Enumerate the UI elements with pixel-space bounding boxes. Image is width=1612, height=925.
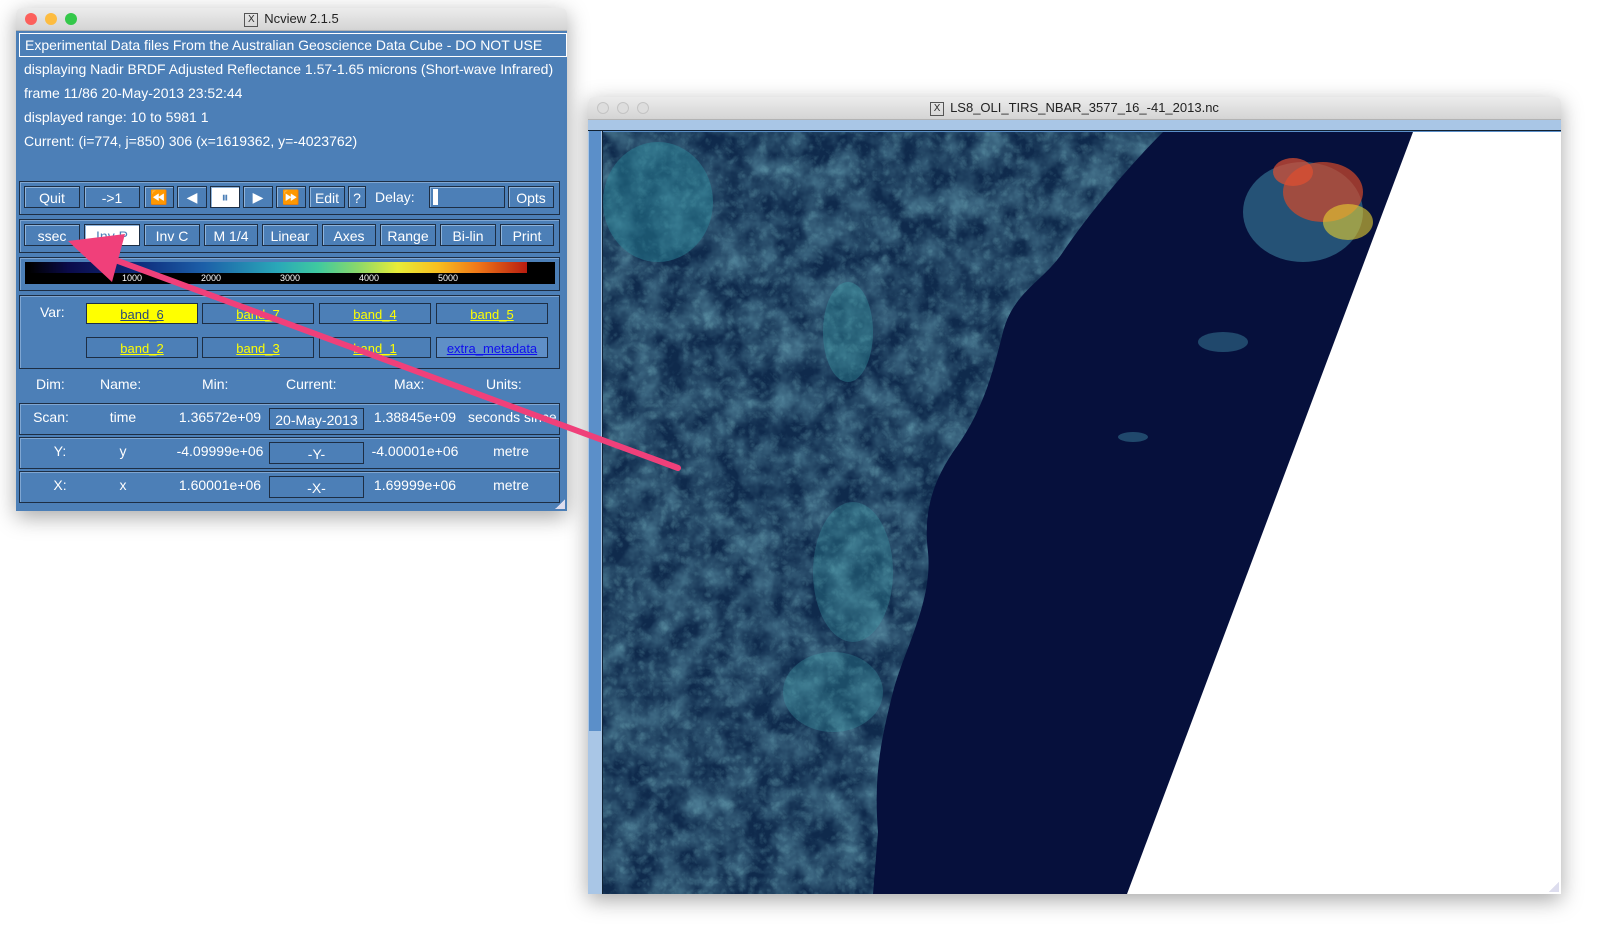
annotation-arrow (68, 234, 681, 471)
annotation-arrow-head (68, 234, 125, 282)
annotation-arrow-line (107, 255, 681, 471)
